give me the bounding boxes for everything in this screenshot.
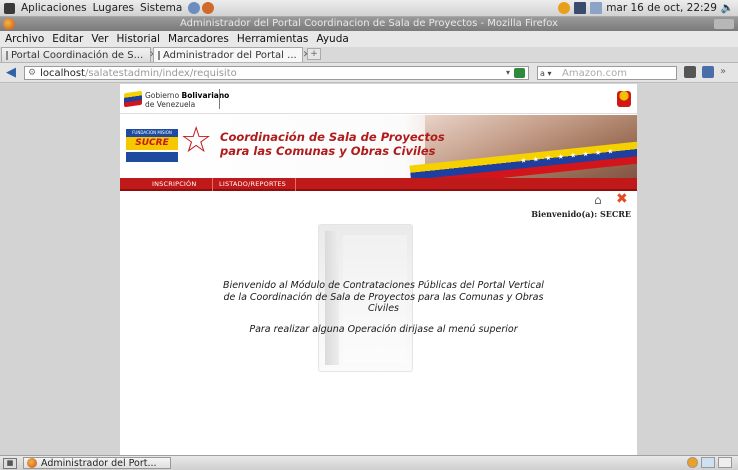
close-session-icon[interactable]: ✖ — [616, 192, 628, 206]
gov-line2: de Venezuela — [145, 100, 196, 109]
firefox-launcher-icon[interactable] — [202, 2, 215, 14]
top-panel: Aplicaciones Lugares Sistema mar 16 de o… — [0, 0, 738, 17]
menu-lugares[interactable]: Lugares — [93, 2, 134, 14]
sucre-logo-name: SUCRE — [126, 137, 178, 150]
network-icon[interactable] — [574, 1, 587, 14]
main-menu: INSCRIPCIÓN LISTADO/REPORTES — [120, 178, 637, 191]
search-placeholder: Amazon.com — [562, 67, 627, 79]
window-title: Administrador del Portal Coordinacion de… — [179, 18, 559, 29]
menu-ver[interactable]: Ver — [91, 33, 108, 45]
gobierno-text: Gobierno Bolivariano de Venezuela — [145, 91, 229, 109]
tab-administrador[interactable]: Administrador del Portal ... ✕ — [153, 47, 310, 62]
search-engine-icon[interactable]: a ▾ — [540, 69, 562, 78]
url-path: /salatestadmin/index/requisito — [84, 67, 237, 79]
site-banner: ★ ★ ★ ★ ★ ★ ★ ★ FUNDACION MISION SUCRE ☆… — [120, 115, 637, 178]
page-favicon-icon — [6, 50, 8, 60]
gov-line1: Gobierno — [145, 91, 180, 100]
back-arrow-icon[interactable]: ◀ — [6, 65, 22, 80]
gnome-foot-icon[interactable] — [4, 2, 15, 14]
tab-label: Portal Coordinación de S... — [11, 49, 144, 61]
banner-title-line1: Coordinación de Sala de Proyectos — [220, 130, 445, 144]
tab-bar: Portal Coordinación de S... ✕ Administra… — [0, 47, 738, 63]
intro-text: Bienvenido al Módulo de Contrataciones P… — [223, 280, 544, 314]
taskbar-window-label: Administrador del Port... — [41, 457, 157, 469]
menu-ayuda[interactable]: Ayuda — [316, 33, 348, 45]
binoculars-icon[interactable] — [684, 66, 696, 78]
search-bar[interactable]: a ▾ Amazon.com — [537, 66, 677, 80]
banner-title: Coordinación de Sala de Proyectos para l… — [220, 130, 445, 158]
sucre-logo-top: FUNDACION MISION — [126, 129, 178, 137]
url-bar[interactable]: ⚙ localhost /salatestadmin/index/requisi… — [24, 66, 529, 80]
menu-marcadores[interactable]: Marcadores — [168, 33, 229, 45]
volume-icon[interactable] — [590, 1, 603, 14]
firefox-icon — [3, 18, 15, 30]
workspace-2[interactable] — [718, 457, 732, 468]
overflow-icon[interactable]: » — [720, 66, 732, 78]
url-host: localhost — [40, 67, 85, 79]
bicentenario-icon — [617, 91, 631, 107]
firefox-icon — [27, 458, 37, 468]
workspace-switcher — [687, 457, 732, 468]
bottom-panel: ▦ Administrador del Port... — [0, 455, 738, 470]
menu-editar[interactable]: Editar — [52, 33, 83, 45]
taskbar-window-button[interactable]: Administrador del Port... — [23, 457, 171, 469]
header-divider — [219, 89, 220, 109]
menubar: Archivo Editar Ver Historial Marcadores … — [0, 31, 738, 47]
panel-tray: mar 16 de oct, 22:29 🔈 — [558, 1, 734, 14]
window-controls[interactable] — [714, 19, 734, 29]
identity-icon[interactable]: ⚙ — [28, 68, 36, 78]
url-dropdown-icon[interactable]: ▾ — [506, 68, 510, 77]
new-tab-button[interactable]: + — [307, 48, 321, 60]
clock[interactable]: mar 16 de oct, 22:29 — [606, 2, 717, 14]
mision-sucre-logo: FUNDACION MISION SUCRE — [126, 129, 178, 169]
menu-listado-reportes[interactable]: LISTADO/REPORTES — [219, 178, 286, 191]
menu-inscripcion[interactable]: INSCRIPCIÓN — [152, 178, 196, 191]
sucre-logo-bottom — [126, 152, 178, 162]
welcome-user: Bienvenido(a): SECRE — [531, 209, 631, 219]
star-logo-icon: ☆ — [180, 120, 213, 161]
update-icon[interactable] — [558, 1, 571, 14]
government-header: Gobierno Bolivariano de Venezuela — [120, 84, 637, 114]
menu-sistema[interactable]: Sistema — [140, 2, 182, 14]
banner-title-line2: para las Comunas y Obras Civiles — [220, 144, 436, 158]
gobierno-flag-logo — [124, 90, 142, 108]
menu-archivo[interactable]: Archivo — [5, 33, 44, 45]
instruction-text: Para realizar alguna Operación dirijase … — [249, 324, 518, 335]
navigation-toolbar: ◀ ⚙ localhost /salatestadmin/index/requi… — [0, 63, 738, 83]
tab-portal[interactable]: Portal Coordinación de S... ✕ — [1, 47, 157, 62]
tab-label: Administrador del Portal ... — [163, 49, 297, 61]
menu-historial[interactable]: Historial — [117, 33, 160, 45]
gov-line1-bold: Bolivariano — [181, 91, 230, 100]
speaker-icon[interactable]: 🔈 — [721, 1, 734, 14]
reload-icon[interactable] — [514, 68, 525, 78]
show-desktop-button[interactable]: ▦ — [3, 457, 17, 469]
menu-divider — [212, 178, 213, 191]
home-toolbar-icon[interactable] — [702, 66, 714, 78]
menu-aplicaciones[interactable]: Aplicaciones — [21, 2, 87, 14]
home-icon[interactable]: ⌂ — [594, 194, 605, 206]
window-titlebar[interactable]: Administrador del Portal Coordinacion de… — [0, 17, 738, 31]
page-favicon-icon — [158, 50, 160, 60]
help-icon[interactable] — [188, 2, 201, 14]
menu-herramientas[interactable]: Herramientas — [237, 33, 309, 45]
trash-icon[interactable] — [687, 457, 698, 468]
workspace-1[interactable] — [701, 457, 715, 468]
toolbar-icons: » — [684, 66, 732, 78]
menu-divider — [295, 178, 296, 191]
web-page: Gobierno Bolivariano de Venezuela ★ ★ ★ … — [120, 84, 637, 455]
browser-viewport: Gobierno Bolivariano de Venezuela ★ ★ ★ … — [0, 84, 738, 455]
